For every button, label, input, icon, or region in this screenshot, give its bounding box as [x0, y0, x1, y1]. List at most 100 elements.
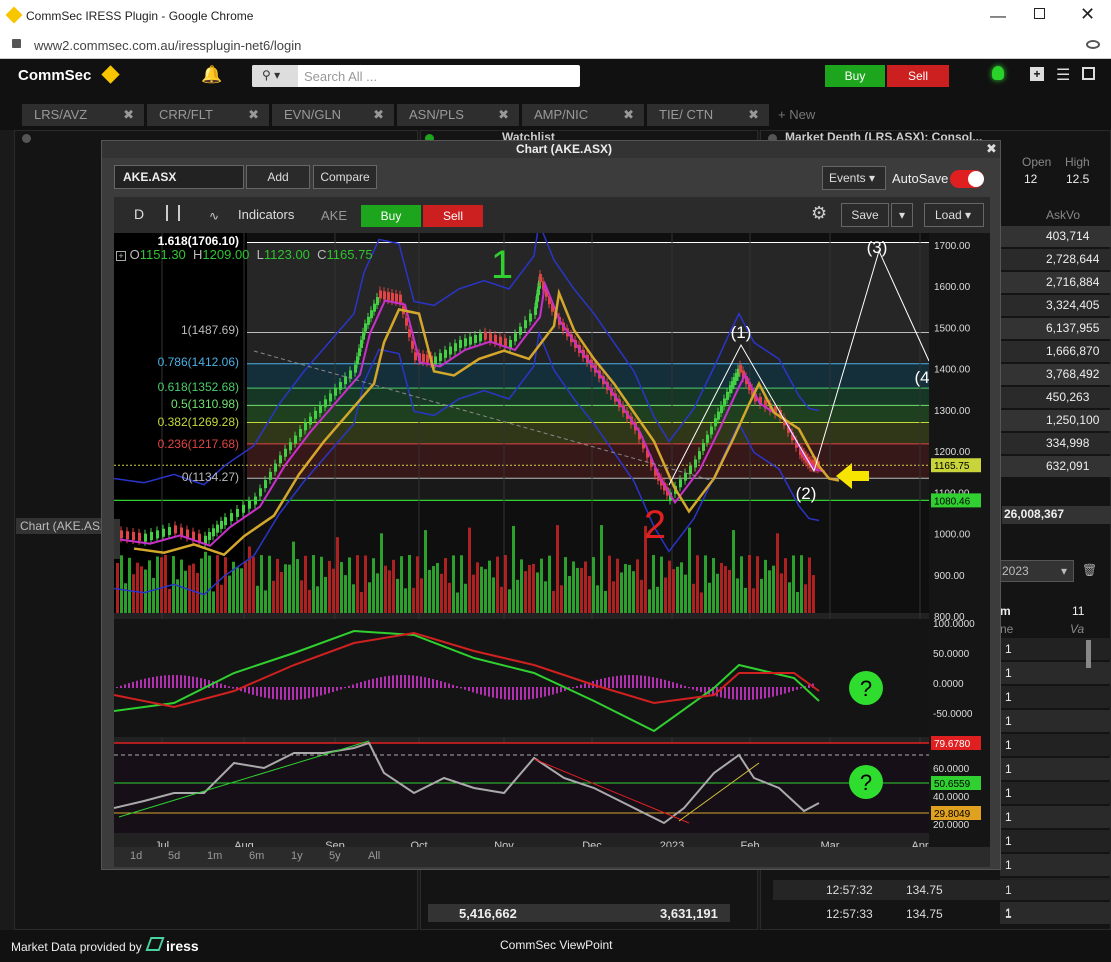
chart-sell-button[interactable]: Sell — [423, 205, 483, 227]
trash-icon[interactable]: 🗑 — [1082, 563, 1097, 577]
volume-bar — [128, 557, 131, 613]
volume-bar — [540, 558, 543, 613]
maximize-icon[interactable] — [1034, 8, 1045, 19]
commsec-logo[interactable]: CommSec — [18, 67, 91, 84]
volume-bar — [292, 541, 295, 613]
close-tab-icon[interactable]: ✖ — [748, 107, 759, 123]
header-buy-button[interactable]: Buy — [825, 65, 885, 87]
events-dropdown[interactable]: Events ▾ — [822, 166, 886, 190]
sidebar-chart-label[interactable]: Chart (AKE.ASX — [16, 518, 113, 534]
tab-amp-nic[interactable]: AMP/NIC ✖ — [522, 104, 644, 126]
compare-button[interactable]: Compare — [313, 165, 377, 189]
candle-body — [411, 340, 414, 349]
close-tab-icon[interactable]: ✖ — [623, 107, 634, 123]
tab-asn-pls[interactable]: ASN/PLS ✖ — [397, 104, 519, 126]
close-chart-icon[interactable]: ✖ — [986, 141, 997, 157]
volume-bar — [316, 586, 319, 613]
tab-label: AMP/NIC — [534, 107, 589, 122]
volume-bar — [680, 562, 683, 613]
load-dropdown[interactable]: Load ▾ — [924, 203, 984, 227]
settings-gear-icon[interactable]: ⚙ — [811, 203, 827, 224]
search-dropdown-button[interactable]: ⚲ ▾ — [252, 65, 298, 87]
close-tab-icon[interactable]: ✖ — [248, 107, 259, 123]
ask-vol-value: 1,666,870 — [1046, 344, 1100, 358]
total-left: 5,416,662 — [459, 906, 517, 921]
close-icon[interactable]: ✕ — [1080, 4, 1095, 25]
volume-bar — [392, 559, 395, 613]
expand-icon[interactable]: + — [116, 251, 126, 261]
volume-bar — [616, 558, 619, 613]
range-button-6m[interactable]: 6m — [249, 850, 264, 862]
col-11-header: 11 — [1072, 604, 1085, 618]
candle-body — [426, 354, 429, 363]
close-tab-icon[interactable]: ✖ — [373, 107, 384, 123]
range-button-1d[interactable]: 1d — [130, 850, 142, 862]
range-button-1y[interactable]: 1y — [291, 850, 303, 862]
candle-body — [379, 290, 382, 299]
tab-evn-gln[interactable]: EVN/GLN ✖ — [272, 104, 394, 126]
volume-bar — [388, 570, 391, 613]
candle-body — [168, 527, 171, 536]
candle-body — [174, 525, 177, 534]
volume-bar — [812, 575, 815, 613]
chart-window-titlebar[interactable]: Chart (AKE.ASX) ✖ — [102, 141, 1000, 158]
trade-qty-row — [1000, 830, 1111, 852]
minimize-icon[interactable]: — — [990, 8, 1006, 26]
tab-tie-ctn[interactable]: TIE/ CTN ✖ — [647, 104, 769, 126]
save-button[interactable]: Save — [841, 203, 889, 227]
bell-icon[interactable]: 🔔 — [201, 65, 222, 85]
macd-histogram-bar — [488, 687, 490, 697]
url-text[interactable]: www2.commsec.com.au/iressplugin-net6/log… — [34, 38, 301, 53]
macd-histogram-bar — [768, 687, 770, 698]
rsi-pane — [114, 743, 929, 833]
candle-body — [519, 326, 522, 335]
eye-icon[interactable] — [1086, 40, 1100, 49]
trade-qty-row — [1000, 806, 1111, 828]
volume-bar — [544, 581, 547, 613]
macd-histogram-bar — [448, 683, 450, 688]
range-button-all[interactable]: All — [368, 850, 380, 862]
price-chart[interactable]: Jul Aug Sep Oct Nov Dec 2023 Feb Mar Apr12(1)(2)(… — [114, 233, 990, 853]
close-tab-icon[interactable]: ✖ — [123, 107, 134, 123]
macd-histogram-bar — [648, 676, 650, 688]
depth-open-label: Open — [1022, 155, 1052, 169]
lightbulb-icon[interactable] — [992, 66, 1004, 80]
menu-icon[interactable]: ☰ — [1056, 65, 1070, 85]
chart-toolbar: D ∿ Indicators AKE Buy Sell ⚙ Save ▾ Loa… — [114, 197, 990, 233]
candle-body — [422, 353, 425, 362]
volume-bar — [564, 557, 567, 613]
chart-buy-button[interactable]: Buy — [361, 205, 421, 227]
new-tab-button[interactable]: + New — [778, 107, 815, 122]
address-bar[interactable]: www2.commsec.com.au/iressplugin-net6/log… — [0, 32, 1111, 59]
indicators-button[interactable]: Indicators — [238, 207, 294, 222]
add-button[interactable]: Add — [246, 165, 310, 189]
header-sell-button[interactable]: Sell — [887, 65, 949, 87]
interval-button[interactable]: D — [134, 206, 144, 222]
close-tab-icon[interactable]: ✖ — [498, 107, 509, 123]
range-button-1m[interactable]: 1m — [207, 850, 222, 862]
volume-bar — [764, 559, 767, 613]
macd-histogram-bar — [756, 687, 758, 700]
autosave-toggle[interactable] — [950, 170, 984, 188]
range-button-5y[interactable]: 5y — [329, 850, 341, 862]
volume-bar — [204, 551, 207, 613]
maximize-panel-icon[interactable] — [1082, 67, 1095, 80]
o-label: O — [129, 247, 140, 262]
macd-histogram-bar — [704, 687, 706, 694]
volume-bar — [664, 577, 667, 613]
add-panel-icon[interactable]: + — [1030, 67, 1044, 81]
date-select[interactable]: 2023 ▾ — [998, 560, 1074, 582]
indicators-icon[interactable]: ∿ — [209, 209, 219, 223]
tab-crr-flt[interactable]: CRR/FLT ✖ — [147, 104, 269, 126]
save-dropdown-button[interactable]: ▾ — [891, 203, 913, 227]
macd-histogram-bar — [432, 678, 434, 688]
commsec-logo-diamond-icon — [101, 65, 120, 84]
volume-bar — [788, 582, 791, 613]
range-button-5d[interactable]: 5d — [168, 850, 180, 862]
search-input[interactable]: ⚲ ▾ Search All ... — [252, 65, 580, 87]
tab-lrs-avz[interactable]: LRS/AVZ ✖ — [22, 104, 144, 126]
symbol-input[interactable]: AKE.ASX — [114, 165, 244, 189]
candle-type-icon[interactable] — [166, 205, 180, 221]
volume-bar — [608, 555, 611, 613]
scrollbar-thumb[interactable] — [1086, 640, 1091, 668]
